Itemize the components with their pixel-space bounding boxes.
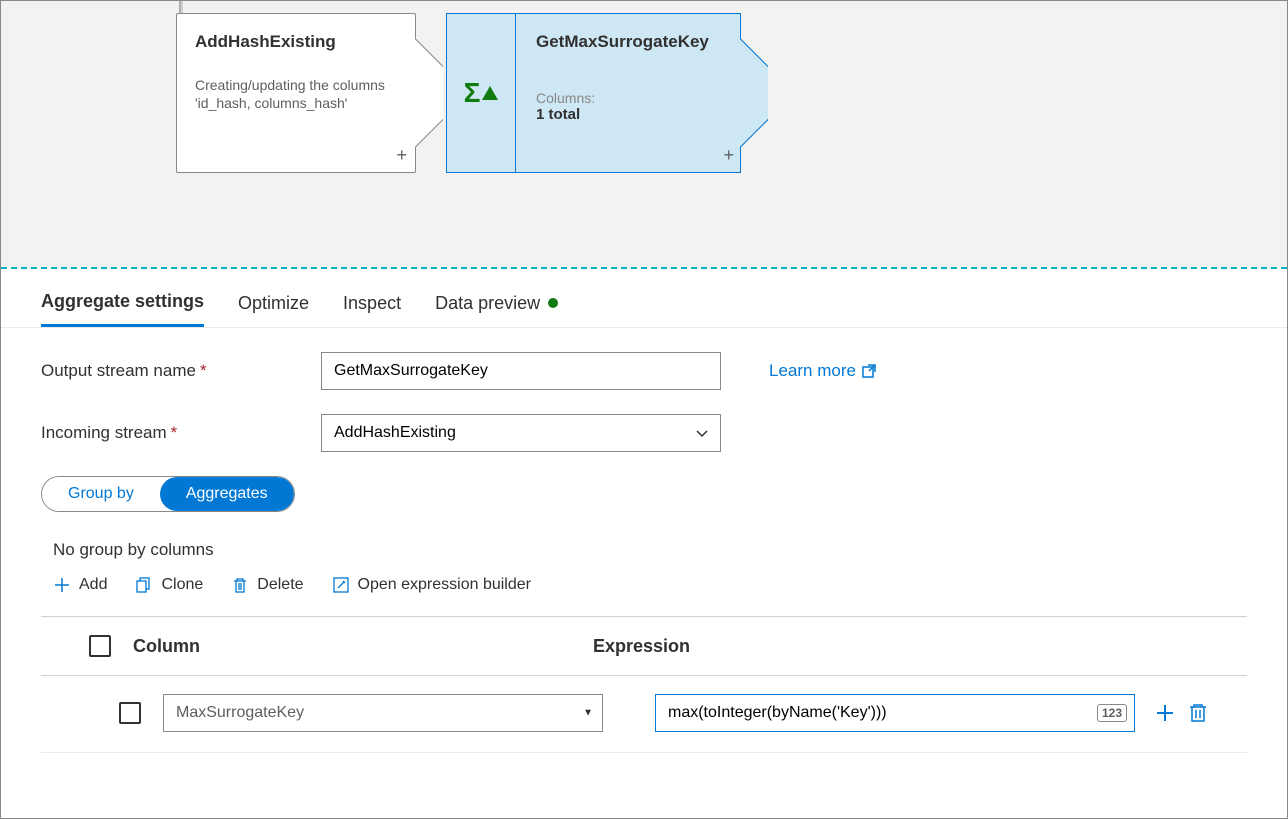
learn-more-link[interactable]: Learn more [769,361,876,381]
tab-data-preview[interactable]: Data preview [435,291,558,327]
edit-box-icon [332,576,350,594]
node-title: GetMaxSurrogateKey [536,32,720,52]
column-header: Column [133,636,593,657]
expression-header: Expression [593,636,690,657]
plus-icon [53,576,71,594]
groupby-pill[interactable]: Group by [42,477,160,511]
indicator-dot-icon [548,298,558,308]
node-description: Creating/updating the columns 'id_hash, … [195,76,387,112]
external-link-icon [862,364,876,378]
output-stream-input[interactable] [321,352,721,390]
add-branch-button[interactable]: + [396,145,407,166]
delete-button[interactable]: Delete [231,576,303,594]
node-getmaxsurrogatekey[interactable]: GetMaxSurrogateKey Columns: 1 total + [516,13,741,173]
table-row: ▼ 123 [41,690,1247,753]
output-stream-label: Output stream name* [41,361,321,381]
tab-aggregate-settings[interactable]: Aggregate settings [41,291,204,327]
no-groupby-text: No group by columns [53,540,1247,560]
settings-tabs: Aggregate settings Optimize Inspect Data… [1,269,1287,328]
trash-icon [231,576,249,594]
column-name-input[interactable] [163,694,603,732]
clone-button[interactable]: Clone [135,576,203,594]
delete-row-button[interactable] [1189,703,1207,723]
aggregate-icon: Σ [464,77,499,109]
select-all-checkbox[interactable] [89,635,111,657]
aggregates-pill[interactable]: Aggregates [160,477,294,511]
aggregate-icon-box[interactable]: Σ [446,13,516,173]
columns-total: 1 total [536,106,720,123]
groupby-aggregates-toggle: Group by Aggregates [41,476,295,512]
copy-icon [135,576,153,594]
incoming-stream-row: Incoming stream* [41,414,1247,452]
tab-label: Aggregate settings [41,291,204,312]
expression-input[interactable] [655,694,1135,732]
tab-optimize[interactable]: Optimize [238,291,309,327]
add-row-button[interactable] [1155,703,1175,723]
tab-label: Inspect [343,293,401,314]
column-toolbar: Add Clone Delete [41,576,1247,617]
output-stream-row: Output stream name* Learn more [41,352,1247,390]
type-badge: 123 [1097,704,1127,722]
tab-label: Optimize [238,293,309,314]
add-branch-button[interactable]: + [723,145,734,166]
incoming-stream-label: Incoming stream* [41,423,321,443]
row-checkbox[interactable] [119,702,141,724]
dropdown-caret-icon: ▼ [583,708,593,719]
dataflow-canvas: AddHashExisting Creating/updating the co… [1,1,1287,269]
node-title: AddHashExisting [195,32,387,52]
tab-inspect[interactable]: Inspect [343,291,401,327]
open-expression-builder-button[interactable]: Open expression builder [332,576,531,594]
columns-label: Columns: [536,90,720,106]
tab-label: Data preview [435,293,540,314]
node-addhashexisting[interactable]: AddHashExisting Creating/updating the co… [176,13,416,173]
incoming-stream-select[interactable] [321,414,721,452]
table-header: Column Expression [41,635,1247,676]
add-button[interactable]: Add [53,576,107,594]
